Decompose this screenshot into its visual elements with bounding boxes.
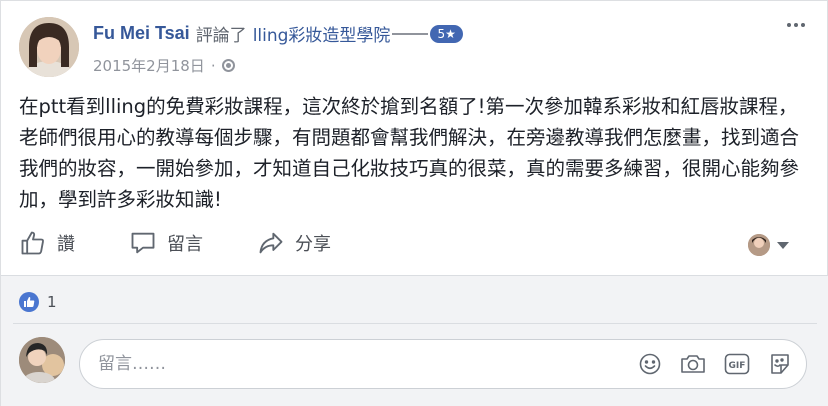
chevron-down-icon (777, 241, 789, 249)
speech-bubble-icon (131, 232, 155, 254)
rating-divider (392, 32, 429, 35)
divider (13, 323, 817, 324)
reaction-summary[interactable]: 1 (19, 292, 57, 312)
share-label: 分享 (295, 234, 331, 255)
thumbs-up-icon (21, 231, 44, 255)
post-date[interactable]: 2015年2月18日 (93, 55, 205, 76)
like-reaction-icon (19, 292, 39, 312)
reaction-count: 1 (47, 293, 57, 311)
sticker-icon[interactable] (768, 352, 792, 380)
current-user-avatar[interactable] (19, 337, 65, 383)
more-options-button[interactable] (787, 23, 805, 27)
camera-icon[interactable] (680, 352, 706, 380)
comment-input[interactable] (98, 340, 618, 388)
post-header: Fu Mei Tsai 評論了 lling彩妝造型學院 5★ (93, 21, 463, 46)
meta-separator: · (210, 56, 216, 75)
more-horizontal-icon (787, 23, 791, 27)
action-text: 評論了 (195, 26, 247, 46)
comment-label: 留言 (167, 234, 203, 255)
post-text: 在ptt看到lling的免費彩妝課程，這次終於搶到名額了!第一次參加韓系彩妝和紅… (19, 95, 800, 211)
globe-icon[interactable] (221, 59, 235, 72)
like-button[interactable]: 讚 (19, 229, 75, 257)
author-avatar[interactable] (19, 17, 79, 77)
reaction-identity-picker[interactable] (748, 234, 789, 256)
like-label: 讚 (57, 234, 75, 255)
share-button[interactable]: 分享 (257, 229, 331, 257)
avatar (748, 234, 770, 256)
gif-icon[interactable]: GIF (724, 352, 750, 380)
smiley-icon[interactable] (638, 352, 662, 380)
share-arrow-icon (259, 232, 283, 254)
rating-badge: 5★ (430, 24, 463, 43)
page-name[interactable]: lling彩妝造型學院 (253, 21, 391, 46)
composer-tools: GIF (638, 352, 792, 380)
comment-composer: GIF (79, 339, 807, 389)
post-meta: 2015年2月18日 · (93, 55, 235, 76)
svg-text:GIF: GIF (729, 361, 746, 371)
author-name[interactable]: Fu Mei Tsai (93, 23, 190, 44)
comment-button[interactable]: 留言 (129, 229, 203, 257)
post-actions: 讚 留言 分享 (19, 229, 385, 257)
post-card: Fu Mei Tsai 評論了 lling彩妝造型學院 5★ 2015年2月18… (0, 0, 828, 406)
